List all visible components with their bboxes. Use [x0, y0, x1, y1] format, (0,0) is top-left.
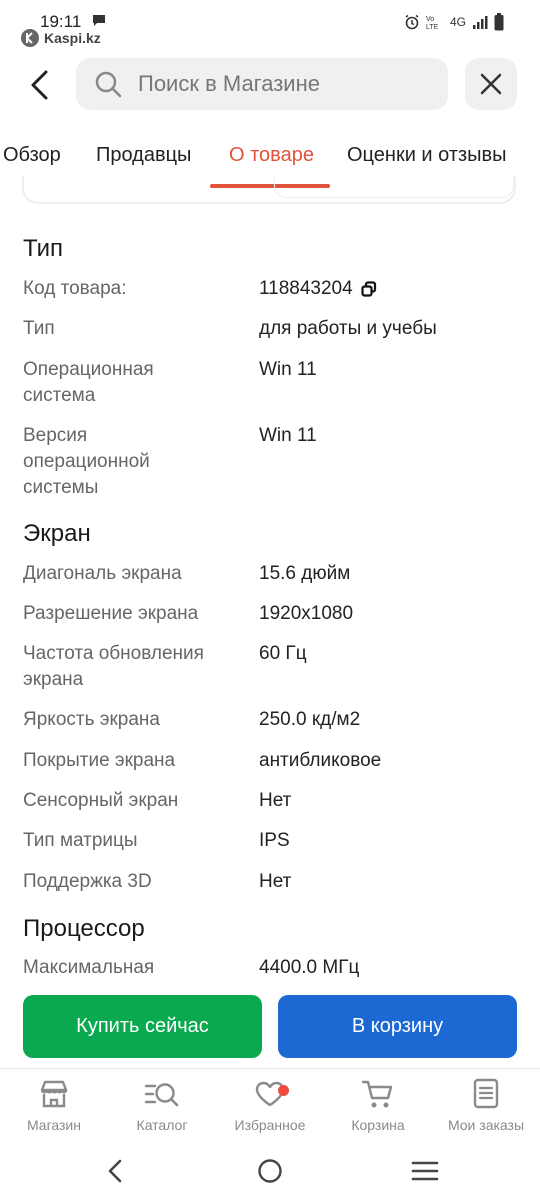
cart-icon — [361, 1080, 393, 1108]
spec-label: Тип — [23, 318, 55, 339]
spec-label: Диагональ экрана — [23, 563, 182, 584]
notification-dot — [278, 1085, 289, 1096]
section-title-processor: Процессор — [23, 915, 145, 942]
copy-icon[interactable] — [361, 281, 377, 297]
system-home-icon[interactable] — [257, 1158, 283, 1184]
spec-label: Яркость экрана — [23, 709, 160, 730]
chat-notification-icon — [93, 15, 105, 26]
buy-now-button[interactable]: Купить сейчас — [23, 995, 262, 1058]
nav-label: Избранное — [234, 1117, 306, 1133]
tab-reviews[interactable]: Оценки и отзывы — [347, 144, 507, 167]
nav-label: Мои заказы — [447, 1117, 525, 1133]
spec-value: 1920x1080 — [259, 603, 354, 624]
system-back-icon[interactable] — [104, 1158, 126, 1184]
spec-label-product-code: Код товара: — [23, 278, 127, 299]
spec-value: Нет — [259, 871, 292, 892]
spec-label: Покрытие экрана — [23, 750, 176, 771]
scrolled-card-edge — [22, 176, 516, 204]
spec-value: 250.0 кд/м2 — [259, 709, 361, 730]
header: Поиск в Магазине — [0, 58, 540, 112]
spec-value: Нет — [259, 790, 292, 811]
nav-item-favorites[interactable]: Избранное — [216, 1077, 324, 1133]
spec-value: 4400.0 МГц — [259, 957, 360, 978]
svg-text:Vo: Vo — [426, 16, 434, 23]
tab-about-product[interactable]: О товаре — [229, 144, 314, 167]
orders-icon — [473, 1078, 499, 1109]
bottom-navigation: Магазин Каталог Избранное Корзина Мои за… — [0, 1068, 540, 1148]
tab-sellers[interactable]: Продавцы — [96, 144, 191, 167]
spec-label: Операционная система — [23, 359, 154, 406]
status-icons: Vo LTE 4G — [404, 13, 504, 31]
search-placeholder: Поиск в Магазине — [138, 71, 320, 96]
spec-label: Частота обновления экрана — [23, 643, 204, 690]
nav-item-catalog[interactable]: Каталог — [108, 1077, 216, 1133]
alarm-icon — [405, 14, 419, 30]
spec-value: Win 11 — [259, 359, 317, 380]
back-arrow-icon[interactable] — [22, 66, 60, 104]
search-icon — [95, 71, 122, 98]
close-icon — [480, 73, 502, 95]
spec-value: 60 Гц — [259, 643, 307, 664]
spec-value: 15.6 дюйм — [259, 563, 351, 584]
section-title-type: Тип — [23, 235, 64, 262]
svg-text:LTE: LTE — [426, 24, 439, 30]
system-menu-icon[interactable] — [411, 1158, 439, 1184]
nav-label: Корзина — [351, 1117, 405, 1133]
kaspi-logo-icon — [21, 29, 39, 47]
spec-value: IPS — [259, 830, 290, 851]
spec-label: Тип матрицы — [23, 830, 138, 851]
nav-label: Магазин — [26, 1117, 81, 1133]
app-indicator: Kaspi.kz — [20, 28, 101, 48]
signal-icon — [473, 16, 488, 29]
app-name: Kaspi.kz — [44, 30, 101, 46]
battery-icon — [494, 13, 504, 31]
close-button[interactable] — [465, 58, 517, 110]
store-icon — [40, 1080, 68, 1108]
status-bar: 19:11 Kaspi.kz Vo LTE 4G — [0, 0, 540, 50]
purchase-actions: Купить сейчас В корзину — [0, 995, 540, 1059]
spec-label: Версия операционной системы — [23, 425, 150, 498]
network-type: 4G — [449, 15, 466, 29]
add-to-cart-button[interactable]: В корзину — [278, 995, 517, 1058]
spec-label: Поддержка 3D — [23, 871, 152, 892]
section-title-screen: Экран — [23, 520, 91, 547]
spec-value: антибликовое — [259, 750, 382, 771]
nav-item-cart[interactable]: Корзина — [324, 1077, 432, 1133]
nav-item-orders[interactable]: Мои заказы — [432, 1077, 540, 1133]
spec-label: Разрешение экрана — [23, 603, 199, 624]
spec-value-product-code: 118843204 — [259, 276, 529, 302]
nav-label: Каталог — [136, 1117, 188, 1133]
spec-value: Win 11 — [259, 425, 317, 446]
spec-label: Максимальная — [23, 957, 155, 978]
tab-overview[interactable]: Обзор — [3, 144, 61, 167]
system-navigation — [0, 1148, 540, 1200]
spec-label: Сенсорный экран — [23, 790, 179, 811]
search-input[interactable]: Поиск в Магазине — [76, 58, 448, 110]
catalog-search-icon — [144, 1083, 179, 1107]
product-code: 118843204 — [259, 278, 353, 299]
volte-icon: VoLTE — [426, 16, 439, 30]
nav-item-store[interactable]: Магазин — [0, 1077, 108, 1133]
spec-value: для работы и учебы — [259, 318, 437, 339]
